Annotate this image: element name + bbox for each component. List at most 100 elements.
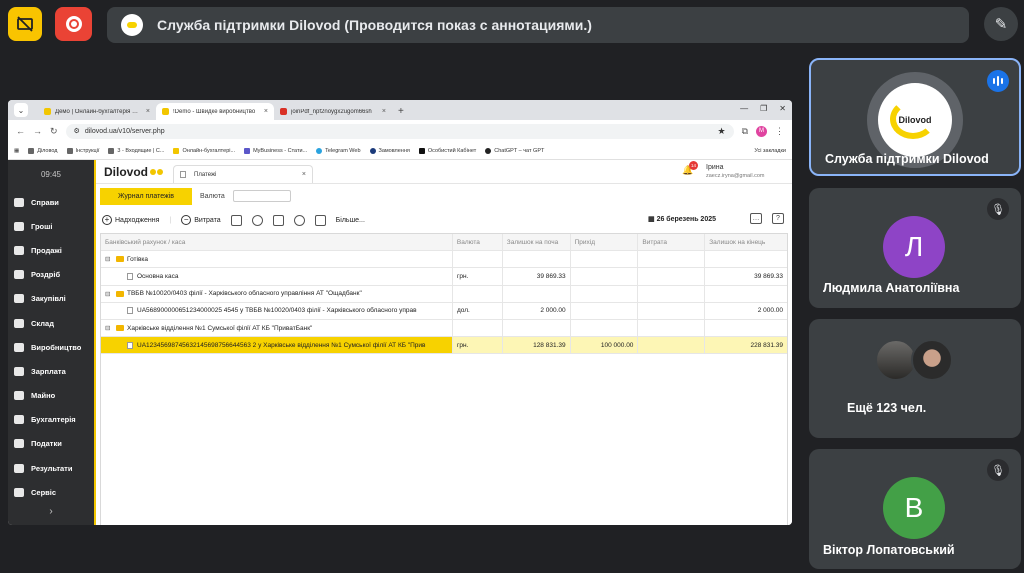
user-info[interactable]: Ірина zaecz.iryna@gmail.com bbox=[706, 163, 764, 181]
bookmark-item[interactable]: Інструкції bbox=[66, 147, 99, 154]
nav-item-warehouse[interactable]: Склад bbox=[8, 311, 94, 335]
row-start-balance: 128 831.39 bbox=[503, 337, 571, 354]
edit-icon[interactable] bbox=[230, 214, 242, 226]
close-tab-icon[interactable]: × bbox=[264, 108, 268, 115]
back-icon[interactable]: ← bbox=[16, 126, 25, 136]
row-name: ТВБВ №10020/0403 філії - Харківського об… bbox=[127, 290, 362, 298]
column-header[interactable]: Банківський рахунок / каса bbox=[101, 234, 453, 251]
results-icon bbox=[14, 463, 24, 473]
reload-icon[interactable]: ↻ bbox=[50, 126, 58, 137]
close-icon[interactable]: × bbox=[302, 171, 306, 178]
mybusiness-icon bbox=[244, 147, 251, 154]
bookmark-item[interactable]: Онлайн-бухгалтері... bbox=[173, 147, 235, 154]
forward-icon[interactable]: → bbox=[33, 126, 42, 136]
refresh-icon[interactable] bbox=[293, 214, 305, 226]
filter-icon[interactable] bbox=[314, 214, 326, 226]
row-start-balance: 2 000.00 bbox=[503, 302, 571, 319]
bookmark-item[interactable]: ChatGPT – чат GPT bbox=[485, 147, 544, 154]
browser-tab[interactable]: Демо | Онлайн-бухгалтерія Dilovod × bbox=[38, 103, 156, 120]
expense-button[interactable]: − Витрата bbox=[181, 215, 221, 225]
apps-icon[interactable]: ▦ bbox=[14, 148, 19, 154]
nav-item-tasks[interactable]: Справи bbox=[8, 190, 94, 214]
all-bookmarks[interactable]: Усі закладки bbox=[751, 148, 786, 154]
column-header[interactable]: Валюта bbox=[453, 234, 503, 251]
nav-item-accounting[interactable]: Бухгалтерія bbox=[8, 408, 94, 432]
print-icon[interactable] bbox=[272, 214, 284, 226]
row-name: Харківське відділення №1 Сумської філії … bbox=[127, 324, 313, 332]
maximize-icon[interactable]: ❐ bbox=[760, 104, 767, 113]
income-label: Надходження bbox=[115, 216, 160, 224]
tab-payment-journal[interactable]: Журнал платежів bbox=[100, 187, 192, 205]
table-row[interactable]: ⊟ ТВБВ №10020/0403 філії - Харківського о… bbox=[101, 285, 787, 303]
help-icon[interactable]: ? bbox=[772, 213, 784, 224]
bookmark-item[interactable]: MyBusiness - Стати... bbox=[244, 147, 307, 154]
participant-tile-host[interactable]: Dilovod Служба підтримки Dilovod bbox=[809, 58, 1021, 176]
column-header[interactable]: Прихід bbox=[571, 234, 639, 251]
collapse-icon[interactable]: ⊟ bbox=[105, 255, 113, 263]
nav-label: Справи bbox=[31, 197, 59, 207]
recording-button[interactable] bbox=[55, 7, 92, 41]
favicon-icon bbox=[162, 108, 169, 115]
browser-menu-icon[interactable]: ⋮ bbox=[775, 126, 784, 137]
cabinet-icon bbox=[418, 147, 425, 154]
new-tab-icon[interactable]: + bbox=[398, 106, 404, 117]
profile-avatar[interactable]: M bbox=[756, 125, 767, 137]
url-field[interactable]: ⚙ dilovod.ua/v10/server.php ★ bbox=[65, 123, 734, 139]
row-name: Основна каса bbox=[137, 272, 179, 280]
minimize-icon[interactable]: — bbox=[740, 104, 748, 113]
stop-presenting-button[interactable] bbox=[8, 7, 42, 41]
grid-empty-area bbox=[101, 354, 787, 525]
bookmark-item[interactable]: Telegram Web bbox=[316, 147, 361, 154]
table-row[interactable]: Основна каса грн. 39 869.33 39 869.33 bbox=[101, 268, 787, 286]
comment-icon[interactable]: … bbox=[750, 213, 762, 224]
browser-tab-active[interactable]: !Demo - Швидке виробництво × bbox=[156, 103, 274, 120]
nav-item-taxes[interactable]: Податки bbox=[8, 432, 94, 456]
tab-payments[interactable]: Платежі × bbox=[173, 165, 313, 183]
income-button[interactable]: + Надходження bbox=[102, 215, 159, 225]
close-tab-icon[interactable]: × bbox=[146, 108, 150, 115]
subtabs: Журнал платежів Валюта bbox=[96, 186, 792, 206]
search-icon[interactable] bbox=[251, 214, 263, 226]
nav-item-retail[interactable]: Роздріб bbox=[8, 263, 94, 287]
extensions-icon[interactable]: ⧉ bbox=[742, 126, 748, 137]
bookmark-item[interactable]: Замовлення bbox=[369, 147, 410, 154]
table-row[interactable]: ⊟ Харківське відділення №1 Сумської філії… bbox=[101, 319, 787, 338]
dilovod-logo[interactable]: Dilovod bbox=[104, 165, 163, 179]
nav-item-money[interactable]: Гроші bbox=[8, 214, 94, 238]
column-header[interactable]: Залишок на кінець bbox=[705, 234, 787, 250]
bookmark-item[interactable]: 3 - Входящие | C... bbox=[108, 147, 164, 154]
more-button[interactable]: Більше... bbox=[336, 217, 365, 224]
participant-tile[interactable]: 🎙 В Віктор Лопатовський bbox=[809, 449, 1021, 569]
nav-item-production[interactable]: Виробництво bbox=[8, 335, 94, 359]
tab-search-icon[interactable]: ⌄ bbox=[14, 103, 28, 117]
bookmark-star-icon[interactable]: ★ bbox=[717, 126, 725, 137]
more-participants-tile[interactable]: Ещё 123 чел. bbox=[809, 319, 1021, 438]
collapse-icon[interactable]: ⊟ bbox=[105, 324, 113, 332]
browser-tab[interactable]: joinPdf_npf2noygx2ugom66sh × bbox=[274, 103, 392, 120]
site-info-icon[interactable]: ⚙ bbox=[74, 127, 80, 135]
collapse-icon[interactable]: ⊟ bbox=[105, 290, 113, 298]
nav-item-results[interactable]: Результати bbox=[8, 456, 94, 480]
table-row[interactable]: ⊟ Готівка bbox=[101, 251, 787, 269]
column-header[interactable]: Залишок на поча bbox=[503, 234, 571, 251]
annotate-button[interactable]: ✎ bbox=[984, 7, 1018, 41]
dilovod-app: 09:45 Справи Гроші Продажі Роздріб Закуп… bbox=[8, 160, 792, 525]
sales-icon bbox=[14, 245, 24, 255]
nav-item-service[interactable]: Сервіс bbox=[8, 480, 94, 504]
nav-label: Бухгалтерія bbox=[31, 415, 76, 425]
participant-tile[interactable]: 🎙 Л Людмила Анатоліївна bbox=[809, 188, 1021, 308]
nav-item-property[interactable]: Майно bbox=[8, 384, 94, 408]
nav-item-salary[interactable]: Зарплата bbox=[8, 359, 94, 383]
currency-select[interactable] bbox=[232, 190, 291, 202]
nav-item-sales[interactable]: Продажі bbox=[8, 238, 94, 262]
table-row-selected[interactable]: UA12345698745632145698756644563 2 у Харк… bbox=[101, 337, 787, 355]
nav-item-purchases[interactable]: Закупівлі bbox=[8, 287, 94, 311]
bookmark-item[interactable]: Особистий Кабінет bbox=[418, 147, 476, 154]
close-window-icon[interactable]: ✕ bbox=[779, 104, 786, 113]
date-picker[interactable]: ▦ 26 березень 2025 bbox=[648, 215, 716, 223]
bookmark-item[interactable]: Діловод bbox=[28, 147, 58, 154]
chevron-right-icon[interactable]: › bbox=[8, 506, 94, 517]
column-header[interactable]: Витрата bbox=[638, 234, 706, 251]
table-row[interactable]: UA568900000651234000025 4545 у ТВБВ №100… bbox=[101, 302, 787, 320]
close-tab-icon[interactable]: × bbox=[382, 108, 386, 115]
